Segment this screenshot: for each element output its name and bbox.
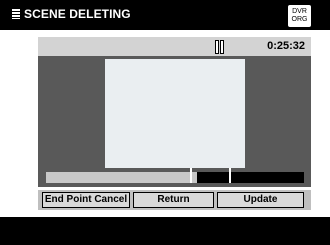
progress-timeline[interactable] [46, 168, 304, 183]
button-bar: End Point Cancel Return Update [38, 190, 311, 210]
title-bar: SCENE DELETING DVR ORG [0, 0, 330, 30]
player-status-bar: 0:25:32 [38, 37, 311, 56]
video-player: 0:25:32 [38, 37, 311, 187]
dvr-org-badge: DVR ORG [288, 5, 311, 27]
scene-deleting-screen: SCENE DELETING DVR ORG 0:25:32 End Point… [0, 0, 330, 245]
update-button[interactable]: Update [217, 192, 304, 208]
bottom-band [0, 217, 330, 245]
return-button[interactable]: Return [133, 192, 214, 208]
screen-title: SCENE DELETING [24, 7, 131, 21]
video-preview [105, 59, 245, 168]
badge-dvr-text: DVR [292, 8, 307, 15]
start-point-marker[interactable] [190, 168, 192, 183]
playback-time: 0:25:32 [267, 40, 305, 52]
badge-org-text: ORG [291, 16, 308, 23]
end-point-cancel-button[interactable]: End Point Cancel [42, 192, 130, 208]
end-point-marker[interactable] [229, 168, 231, 183]
menu-icon [12, 9, 20, 19]
pause-icon [215, 40, 224, 54]
progress-fill [46, 172, 197, 183]
